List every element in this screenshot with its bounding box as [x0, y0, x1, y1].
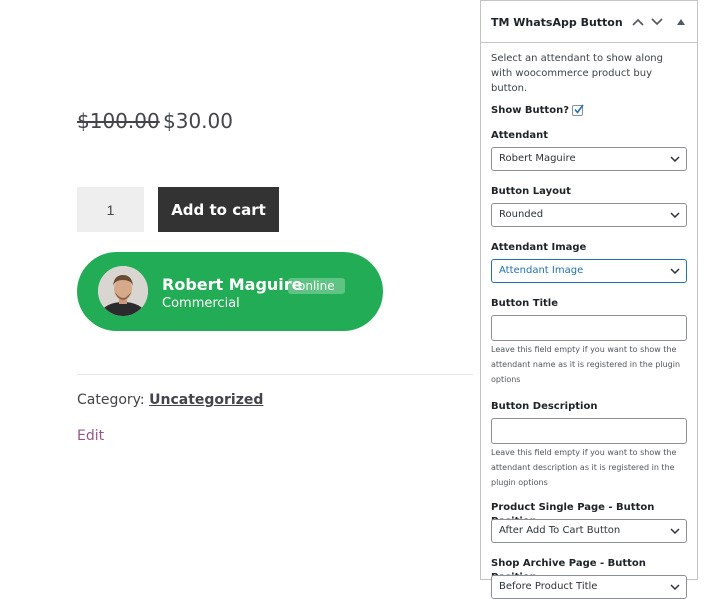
button-title-input[interactable] — [491, 315, 687, 341]
edit-link[interactable]: Edit — [77, 428, 104, 444]
image-select[interactable]: Attendant Image — [491, 259, 687, 283]
metabox-header: TM WhatsApp Button — [481, 1, 697, 43]
sale-price: $30.00 — [163, 109, 233, 133]
chevron-down-icon — [670, 528, 680, 535]
regular-price: $100.00 — [77, 109, 160, 133]
single-position-label: Product Single Page - Button Position — [491, 502, 655, 527]
chevron-down-icon — [670, 268, 680, 275]
show-button-row: Show Button? — [491, 103, 687, 118]
intro-text: Select an attendant to show along with w… — [491, 53, 663, 94]
button-title-help: Leave this field empty if you want to sh… — [491, 345, 681, 384]
avatar — [98, 266, 148, 316]
button-description-help: Leave this field empty if you want to sh… — [491, 448, 677, 487]
chevron-down-icon — [670, 584, 680, 591]
metabox-title: TM WhatsApp Button — [491, 16, 623, 29]
attendant-select[interactable]: Robert Maguire — [491, 147, 687, 171]
archive-position-value: Before Product Title — [499, 581, 598, 592]
attendant-description: Commercial — [162, 296, 240, 311]
chevron-up-icon[interactable] — [631, 15, 645, 29]
product-summary: $100.00 $30.00 Add to cart Robert Maguir… — [0, 0, 480, 566]
image-label: Attendant Image — [491, 242, 587, 253]
checkmark-icon — [574, 104, 584, 114]
collapse-toggle-icon[interactable] — [674, 15, 688, 29]
layout-select[interactable]: Rounded — [491, 203, 687, 227]
attendant-label: Attendant — [491, 130, 549, 141]
whatsapp-button-metabox: TM WhatsApp Button Select an attendant t… — [480, 0, 698, 599]
chevron-down-icon — [670, 212, 680, 219]
whatsapp-button[interactable]: Robert Maguire online Commercial — [77, 252, 383, 331]
button-description-label: Button Description — [491, 401, 598, 412]
product-category: Category: Uncategorized — [77, 392, 263, 408]
category-label: Category: — [77, 392, 145, 408]
button-title-label: Button Title — [491, 298, 559, 309]
chevron-down-icon[interactable] — [650, 15, 664, 29]
single-position-value: After Add To Cart Button — [499, 525, 621, 536]
button-description-input[interactable] — [491, 418, 687, 444]
add-to-cart-button[interactable]: Add to cart — [158, 187, 279, 232]
single-position-select[interactable]: After Add To Cart Button — [491, 519, 687, 543]
attendant-select-value: Robert Maguire — [499, 153, 576, 164]
attendant-name: Robert Maguire — [162, 275, 303, 294]
category-link[interactable]: Uncategorized — [149, 392, 263, 408]
chevron-down-icon — [670, 156, 680, 163]
status-badge: online — [288, 278, 345, 294]
archive-position-label: Shop Archive Page - Button Position — [491, 558, 646, 583]
quantity-input[interactable] — [77, 187, 144, 232]
layout-label: Button Layout — [491, 186, 571, 197]
image-select-value: Attendant Image — [499, 265, 584, 276]
show-button-label: Show Button? — [491, 105, 570, 116]
show-button-checkbox[interactable] — [572, 104, 584, 116]
archive-position-select[interactable]: Before Product Title — [491, 575, 687, 599]
metabox-body: Select an attendant to show along with w… — [481, 51, 697, 599]
divider — [77, 374, 473, 375]
layout-select-value: Rounded — [499, 209, 544, 220]
